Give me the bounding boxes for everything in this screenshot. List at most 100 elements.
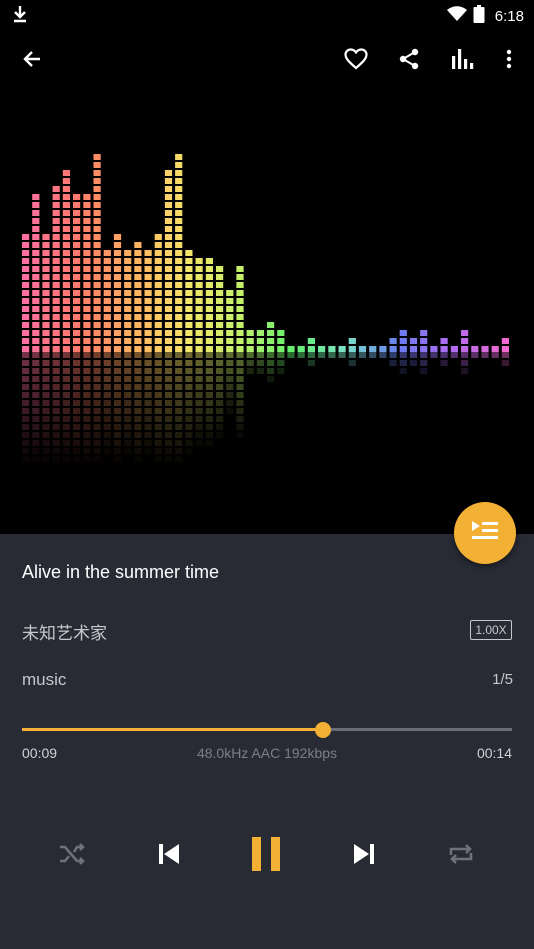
visualizer-bar-segment [124, 338, 132, 344]
visualizer-reflection-segment [83, 392, 91, 398]
visualizer-reflection-segment [144, 416, 152, 422]
pause-button[interactable] [243, 833, 289, 879]
visualizer-bar-segment [481, 346, 489, 352]
visualizer-bar-segment [83, 314, 91, 320]
visualizer-reflection-segment [236, 400, 244, 406]
visualizer-reflection-segment [216, 392, 224, 398]
visualizer-reflection-segment [226, 384, 234, 390]
visualizer-reflection-segment [22, 360, 30, 366]
visualizer-bar-segment [83, 290, 91, 296]
visualizer-bar-segment [42, 298, 50, 304]
visualizer-reflection-segment [42, 368, 50, 374]
more-vert-icon[interactable] [491, 41, 527, 77]
queue-button[interactable] [454, 502, 516, 564]
visualizer-bar-segment [73, 234, 81, 240]
visualizer-reflection-segment [32, 456, 39, 462]
visualizer-reflection-segment [113, 440, 122, 446]
visualizer-reflection-segment [52, 392, 60, 398]
visualizer-bar-segment [32, 290, 40, 296]
visualizer-bar-segment [226, 314, 234, 320]
visualizer-bar-segment [144, 306, 152, 312]
visualizer-reflection-segment [175, 352, 183, 358]
back-arrow-icon[interactable] [14, 41, 50, 77]
visualizer-bar-segment [42, 242, 50, 248]
visualizer-bar-segment [32, 330, 40, 336]
visualizer-bar-segment [93, 210, 101, 216]
visualizer-reflection-segment [73, 408, 81, 414]
visualizer-reflection-segment [62, 408, 70, 414]
visualizer-reflection-segment [124, 352, 132, 358]
visualizer-bar-segment [175, 266, 183, 272]
visualizer-bar-segment [134, 282, 142, 288]
visualizer-reflection-segment [155, 456, 162, 462]
visualizer-bar-segment [62, 306, 70, 312]
playback-speed-button[interactable]: 1.00X [470, 620, 512, 640]
visualizer-reflection-segment [175, 392, 183, 398]
seek-thumb[interactable] [315, 722, 332, 738]
visualizer-bar-segment [52, 202, 60, 208]
visualizer-reflection-segment [22, 352, 30, 358]
visualizer-bar-segment [62, 274, 70, 280]
visualizer-bar-segment [124, 274, 132, 280]
visualizer-bar-segment [246, 346, 254, 352]
visualizer-reflection-segment [73, 376, 81, 382]
visualizer-reflection-segment [501, 360, 509, 366]
visualizer-bar-segment [175, 346, 183, 352]
visualizer-reflection-segment [430, 352, 438, 358]
visualizer-reflection-segment [134, 432, 142, 438]
visualizer-bar-segment [216, 314, 224, 320]
visualizer-bar-segment [22, 274, 30, 280]
visualizer-bar-segment [205, 314, 213, 320]
repeat-button[interactable] [438, 833, 484, 879]
visualizer-bar-segment [32, 218, 40, 224]
visualizer-reflection-segment [114, 456, 121, 462]
visualizer-reflection-segment [164, 360, 173, 366]
visualizer-bar-segment [73, 282, 81, 288]
visualizer-reflection-segment [73, 456, 80, 462]
visualizer-bar-segment [461, 338, 469, 344]
visualizer-bar-segment [83, 234, 91, 240]
visualizer-bar-segment [113, 322, 122, 328]
seek-bar[interactable] [22, 721, 512, 739]
visualizer-bar-segment [175, 306, 183, 312]
visualizer-reflection-segment [440, 352, 448, 358]
visualizer-bar-segment [144, 298, 152, 304]
shuffle-button[interactable] [49, 833, 95, 879]
visualizer-bar-segment [501, 346, 509, 352]
equalizer-icon[interactable] [444, 41, 480, 77]
visualizer-reflection-segment [42, 416, 50, 422]
visualizer-reflection-segment [144, 392, 152, 398]
visualizer-bar-segment [164, 290, 173, 296]
visualizer-bar-segment [113, 346, 122, 352]
visualizer-reflection-segment [73, 432, 81, 438]
visualizer-bar-segment [154, 314, 162, 320]
visualizer-bar-segment [195, 282, 203, 288]
next-button[interactable] [341, 833, 387, 879]
visualizer-bar-segment [134, 242, 142, 248]
visualizer-reflection-segment [113, 400, 122, 406]
visualizer-bar-segment [164, 314, 173, 320]
visualizer-bar-segment [399, 338, 407, 344]
visualizer-bar-segment [430, 346, 438, 352]
visualizer-reflection-segment [134, 360, 142, 366]
visualizer-bar-segment [144, 346, 152, 352]
previous-button[interactable] [146, 833, 192, 879]
visualizer-reflection-segment [62, 416, 70, 422]
visualizer-bar-segment [164, 346, 173, 352]
visualizer-reflection-segment [62, 440, 70, 446]
heart-icon[interactable] [338, 41, 374, 77]
visualizer-bar-segment [195, 322, 203, 328]
visualizer-bar-segment [103, 346, 111, 352]
visualizer-bar-segment [52, 210, 60, 216]
visualizer-reflection-segment [144, 432, 152, 438]
visualizer-reflection-segment [22, 400, 30, 406]
visualizer-bar-segment [73, 346, 81, 352]
visualizer-bar-segment [93, 274, 101, 280]
audio-format-info: 48.0kHz AAC 192kbps [196, 745, 338, 761]
visualizer-bar-segment [32, 194, 40, 200]
visualizer-reflection-segment [73, 400, 81, 406]
visualizer-reflection-segment [165, 456, 172, 462]
share-icon[interactable] [391, 41, 427, 77]
visualizer-bar-segment [491, 346, 499, 352]
visualizer-reflection-segment [461, 368, 469, 374]
